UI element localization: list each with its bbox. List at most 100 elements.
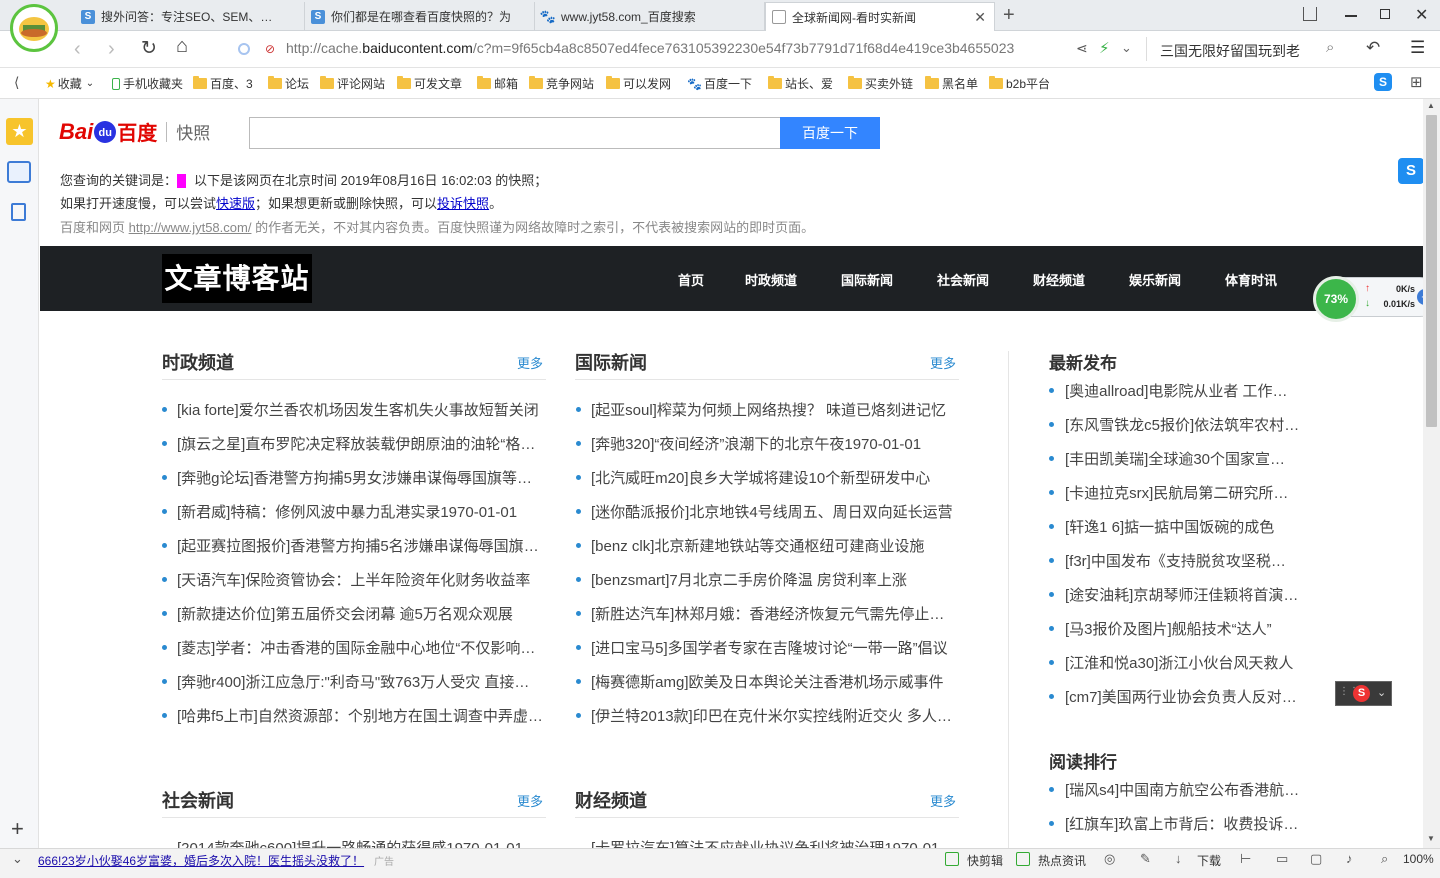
bookmark-folder[interactable]: 百度、3 — [193, 75, 253, 92]
browser-logo[interactable] — [10, 4, 58, 52]
bookmark-folder[interactable]: 竞争网站 — [529, 75, 594, 92]
more-link[interactable]: 更多 — [930, 791, 956, 810]
list-item[interactable]: [东风雪铁龙c5报价]依法筑牢农村安全网 — [1065, 414, 1300, 435]
bookmark-folder[interactable]: 可发文章 — [397, 75, 462, 92]
baidu-search-input[interactable] — [249, 117, 781, 149]
zoom-level[interactable]: 100% — [1403, 852, 1434, 866]
screenshot-icon[interactable]: ⊢ — [1240, 851, 1251, 867]
chevron-down-icon[interactable]: ⌄ — [1121, 40, 1132, 56]
list-item[interactable]: [旗云之星]直布罗陀决定释放装载伊朗原油的油轮“格蕾丝1号” — [177, 433, 544, 454]
search-box[interactable]: 三国无限好留国玩到老 — [1160, 41, 1320, 61]
list-item[interactable]: [菱志]学者：冲击香港的国际金融中心地位“不仅影响香港” — [177, 637, 544, 658]
volume-icon[interactable]: ♪ — [1346, 851, 1353, 866]
list-item[interactable]: [kia forte]爱尔兰香农机场因发生客机失火事故短暂关闭 — [177, 399, 544, 420]
list-item[interactable]: [卡迪拉克srx]民航局第二研究所发布报告 — [1065, 482, 1300, 503]
status-item-hotnews[interactable]: 热点资讯 — [1038, 852, 1086, 869]
list-item[interactable]: [江淮和悦a30]浙江小伙台风天救人 — [1065, 652, 1300, 673]
scroll-thumb[interactable] — [1426, 115, 1437, 427]
list-item[interactable]: [起亚soul]榨菜为何频上网络热搜？ 味道已烙刻进记忆 — [591, 399, 956, 420]
home-icon[interactable]: ⌂ — [176, 35, 188, 58]
favorites-star-icon[interactable]: ★ — [6, 118, 33, 145]
pin-tool-icon[interactable]: ✎ — [1140, 851, 1151, 867]
minimize-icon[interactable] — [1345, 15, 1357, 17]
zoom-icon[interactable]: ⌕ — [1381, 851, 1388, 867]
status-item-quickedit[interactable]: 快剪辑 — [967, 852, 1003, 869]
download-icon[interactable]: ↓ — [1175, 851, 1182, 866]
list-item[interactable]: [进口宝马5]多国学者专家在吉隆坡讨论“一带一路”倡议 — [591, 637, 956, 658]
bookmark-mobile[interactable]: 手机收藏夹 — [112, 75, 183, 92]
url-field[interactable]: http://cache.baiducontent.com/c?m=9f65cb… — [286, 40, 1066, 56]
bookmark-folder[interactable]: 可以发网 — [606, 75, 671, 92]
bookmark-folder[interactable]: 买卖外链 — [848, 75, 913, 92]
fast-version-link[interactable]: 快速版 — [216, 196, 255, 211]
list-item[interactable]: [丰田凯美瑞]全球逾30个国家宣布对华免签 — [1065, 448, 1300, 469]
list-item[interactable]: [迷你酷派报价]北京地铁4号线周五、周日双向延长运营 — [591, 501, 956, 522]
nav-sports[interactable]: 体育时讯 — [1225, 270, 1277, 289]
list-item[interactable]: [轩逸1 6]掂一掂中国饭碗的成色 — [1065, 516, 1300, 537]
nav-finance[interactable]: 财经频道 — [1033, 270, 1085, 289]
list-item[interactable]: [梅赛德斯amg]欧美及日本舆论关注香港机场示威事件 — [591, 671, 956, 692]
bookmark-folder[interactable]: 邮箱 — [477, 75, 518, 92]
document-icon[interactable] — [11, 203, 26, 221]
refresh-icon[interactable]: ↻ — [141, 37, 157, 60]
bookmark-folder[interactable]: 黑名单 — [925, 75, 978, 92]
menu-icon[interactable]: ☰ — [1410, 38, 1425, 58]
share-icon[interactable]: ⋖ — [1076, 40, 1088, 57]
tab-3[interactable]: 🐾 www.jyt58.com_百度搜索 — [535, 2, 765, 31]
back-icon[interactable]: ‹ — [74, 38, 81, 61]
bookmark-folder[interactable]: 论坛 — [268, 75, 309, 92]
search-icon[interactable]: ⌕ — [1326, 39, 1334, 56]
list-item[interactable]: [奔驰320]“夜间经济”浪潮下的北京午夜1970-01-01 — [591, 433, 956, 454]
bookmark-favorites[interactable]: ★ 收藏 ⌄ — [45, 75, 94, 92]
tab-2[interactable]: S 你们都是在哪查看百度快照的？为 — [305, 2, 535, 31]
site-logo[interactable]: 文章博客站 — [162, 254, 312, 303]
new-tab-icon[interactable]: + — [1003, 4, 1015, 27]
bookmark-baidu[interactable]: 🐾 百度一下 — [687, 75, 752, 92]
maximize-icon[interactable] — [1380, 9, 1390, 19]
scroll-up-icon[interactable]: ▲ — [1427, 101, 1435, 110]
nav-politics[interactable]: 时政频道 — [745, 270, 797, 289]
tab-4-active[interactable]: 全球新闻网-看时实新闻 ✕ — [765, 2, 995, 31]
list-item[interactable]: [瑞风s4]中国南方航空公布香港航班安排 — [1065, 779, 1300, 800]
list-item[interactable]: [起亚赛拉图报价]香港警方拘捕5名涉嫌串谋侮辱国旗人士 — [177, 535, 544, 556]
complaint-link[interactable]: 投诉快照 — [437, 196, 489, 211]
window-icon[interactable]: ▭ — [1276, 851, 1288, 867]
list-item[interactable]: [伊兰特2013款]印巴在克什米尔实控线附近交火 多人死亡 — [591, 705, 956, 726]
baidu-search-button[interactable]: 百度一下 — [780, 117, 880, 149]
download-label[interactable]: 下载 — [1197, 852, 1221, 869]
ime-toolbar[interactable]: ⋮⋮ S ⌄ — [1335, 681, 1392, 706]
forward-icon[interactable]: › — [108, 38, 115, 61]
more-link[interactable]: 更多 — [517, 791, 543, 810]
bookmark-folder[interactable]: b2b平台 — [989, 75, 1050, 92]
list-item[interactable]: [卡罗拉汽车]算法不应就业协议争利将被治理1970-01-01 — [591, 837, 956, 848]
more-link[interactable]: 更多 — [930, 353, 956, 372]
vertical-scrollbar[interactable]: ▲ ▼ — [1423, 99, 1440, 848]
list-item[interactable]: [马3报价及图片]舰船技术“达人” — [1065, 618, 1300, 639]
pin-icon[interactable] — [1303, 7, 1317, 21]
restore-icon[interactable]: ▢ — [1310, 851, 1322, 867]
reading-list-icon[interactable] — [7, 161, 31, 183]
nav-entertainment[interactable]: 娱乐新闻 — [1129, 270, 1181, 289]
network-speed-widget[interactable]: 73% ↑ 0K/s ↓ 0.01K/s + — [1313, 276, 1423, 322]
list-item[interactable]: [奔驰g论坛]香港警方拘捕5男女涉嫌串谋侮辱国旗等罪行 — [177, 467, 544, 488]
list-item[interactable]: [哈弗f5上市]自然资源部：个别地方在国土调查中弄虚作假 — [177, 705, 544, 726]
sidebar-toggle-icon[interactable]: ⟨ — [14, 74, 19, 91]
nav-home[interactable]: 首页 — [678, 270, 704, 289]
share-side-icon[interactable]: S — [1398, 158, 1423, 184]
close-window-icon[interactable]: ✕ — [1415, 5, 1428, 25]
list-item[interactable]: [新胜达汽车]林郑月娥：香港经济恢复元气需先停止暴力 — [591, 603, 956, 624]
sync-icon[interactable]: S — [1374, 73, 1392, 91]
list-item[interactable]: [新款捷达价位]第五届侨交会闭幕 逾5万名观众观展 — [177, 603, 544, 624]
bookmark-folder[interactable]: 评论网站 — [320, 75, 385, 92]
undo-icon[interactable]: ↶ — [1366, 38, 1380, 58]
bookmark-folder[interactable]: 站长、爱 — [768, 75, 833, 92]
list-item[interactable]: [奥迪allroad]电影院从业者 工作压力大 — [1065, 380, 1300, 401]
list-item[interactable]: [红旗车]玖富上市背后：收费投诉不断 — [1065, 813, 1300, 834]
baidu-logo[interactable]: Bai du 百度 快照 — [59, 117, 210, 146]
nav-international[interactable]: 国际新闻 — [841, 270, 893, 289]
list-item[interactable]: [cm7]美国两行业协会负责人反对加征关税 — [1065, 686, 1300, 707]
list-item[interactable]: [北汽威旺m20]良乡大学城将建设10个新型研发中心 — [591, 467, 956, 488]
scroll-down-icon[interactable]: ▼ — [1427, 834, 1435, 843]
list-item[interactable]: [benz clk]北京新建地铁站等交通枢纽可建商业设施 — [591, 535, 956, 556]
add-icon[interactable]: + — [11, 816, 24, 842]
